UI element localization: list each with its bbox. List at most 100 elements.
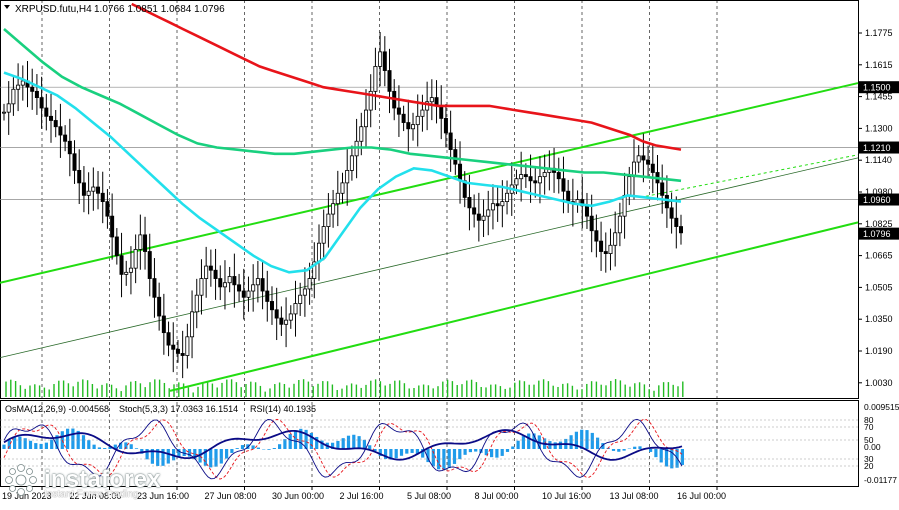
price-chart[interactable]: 19 Jun 202322 Jun 08:0023 Jun 16:0027 Ju… (0, 0, 899, 505)
candle-body[interactable] (407, 123, 410, 129)
candle-body[interactable] (529, 177, 532, 181)
candle-body[interactable] (190, 312, 193, 337)
candle-body[interactable] (299, 295, 302, 303)
candle-body[interactable] (181, 353, 184, 355)
candle-body[interactable] (242, 291, 245, 297)
candle-body[interactable] (604, 252, 607, 254)
candle-body[interactable] (458, 164, 461, 181)
candle-body[interactable] (515, 179, 518, 185)
candle-body[interactable] (590, 216, 593, 231)
candle-body[interactable] (496, 204, 499, 206)
candle-body[interactable] (374, 66, 377, 91)
candle-body[interactable] (670, 208, 673, 218)
candle-body[interactable] (308, 279, 311, 289)
candle-body[interactable] (609, 245, 612, 253)
candle-body[interactable] (444, 118, 447, 133)
candle-body[interactable] (567, 191, 570, 201)
candle-body[interactable] (54, 120, 57, 126)
candle-body[interactable] (543, 172, 546, 176)
candle-body[interactable] (64, 135, 67, 141)
candle-body[interactable] (2, 112, 5, 113)
candle-body[interactable] (96, 187, 99, 193)
candle-body[interactable] (341, 183, 344, 193)
candle-body[interactable] (440, 106, 443, 118)
candle-body[interactable] (524, 175, 527, 177)
candle-body[interactable] (205, 266, 208, 278)
candle-body[interactable] (12, 89, 15, 104)
candle-body[interactable] (21, 81, 24, 85)
candle-body[interactable] (402, 114, 405, 122)
candle-body[interactable] (557, 172, 560, 178)
candle-body[interactable] (228, 276, 231, 282)
candle-body[interactable] (153, 279, 156, 298)
candle-body[interactable] (505, 193, 508, 201)
candle-body[interactable] (562, 179, 565, 191)
candle-body[interactable] (331, 204, 334, 214)
candle-body[interactable] (59, 127, 62, 135)
candle-body[interactable] (534, 181, 537, 183)
candle-body[interactable] (336, 193, 339, 203)
candle-body[interactable] (317, 243, 320, 262)
candle-body[interactable] (679, 227, 682, 233)
candle-body[interactable] (388, 71, 391, 92)
candle-body[interactable] (266, 291, 269, 301)
candle-body[interactable] (289, 314, 292, 320)
candle-body[interactable] (176, 349, 179, 353)
candle-body[interactable] (115, 237, 118, 256)
candle-body[interactable] (73, 154, 76, 171)
chart-window[interactable]: 19 Jun 202322 Jun 08:0023 Jun 16:0027 Ju… (0, 0, 899, 505)
candle-body[interactable] (78, 170, 81, 182)
candle-body[interactable] (416, 116, 419, 124)
candle-body[interactable] (82, 183, 85, 195)
candle-body[interactable] (538, 177, 541, 183)
candle-body[interactable] (237, 285, 240, 291)
candle-body[interactable] (49, 116, 52, 120)
candle-body[interactable] (186, 337, 189, 356)
candle-body[interactable] (651, 164, 654, 172)
candle-body[interactable] (200, 279, 203, 296)
candle-body[interactable] (350, 156, 353, 171)
candle-body[interactable] (284, 320, 287, 324)
candle-body[interactable] (614, 233, 617, 245)
candle-body[interactable] (68, 141, 71, 153)
candle-body[interactable] (120, 256, 123, 275)
candle-body[interactable] (642, 156, 645, 160)
candle-body[interactable] (219, 279, 222, 287)
candle-body[interactable] (270, 301, 273, 309)
candle-body[interactable] (379, 52, 382, 67)
candle-body[interactable] (473, 208, 476, 214)
candle-body[interactable] (280, 318, 283, 324)
candle-body[interactable] (31, 87, 34, 91)
candle-body[interactable] (125, 272, 128, 274)
candle-body[interactable] (143, 235, 146, 252)
candle-body[interactable] (195, 295, 198, 312)
candle-body[interactable] (421, 110, 424, 116)
candle-body[interactable] (233, 276, 236, 284)
chevron-down-icon[interactable] (4, 5, 10, 9)
candle-body[interactable] (172, 345, 175, 349)
candle-body[interactable] (294, 304, 297, 314)
candle-body[interactable] (397, 108, 400, 114)
candle-body[interactable] (139, 235, 142, 250)
candle-body[interactable] (256, 279, 259, 285)
candle-body[interactable] (162, 316, 165, 333)
candle-body[interactable] (454, 150, 457, 165)
candle-body[interactable] (303, 289, 306, 295)
candle-body[interactable] (360, 127, 363, 142)
candle-body[interactable] (92, 187, 95, 191)
candle-body[interactable] (383, 52, 386, 71)
candle-body[interactable] (346, 170, 349, 182)
candle-body[interactable] (106, 202, 109, 217)
candle-body[interactable] (35, 91, 38, 97)
candle-body[interactable] (111, 216, 114, 237)
candle-body[interactable] (520, 175, 523, 179)
candle-body[interactable] (364, 110, 367, 127)
candle-body[interactable] (646, 160, 649, 164)
candle-body[interactable] (17, 85, 20, 89)
candle-body[interactable] (40, 98, 43, 108)
candle-body[interactable] (327, 214, 330, 226)
candle-body[interactable] (167, 333, 170, 345)
candle-body[interactable] (430, 98, 433, 102)
candle-body[interactable] (87, 191, 90, 195)
candle-body[interactable] (661, 183, 664, 195)
